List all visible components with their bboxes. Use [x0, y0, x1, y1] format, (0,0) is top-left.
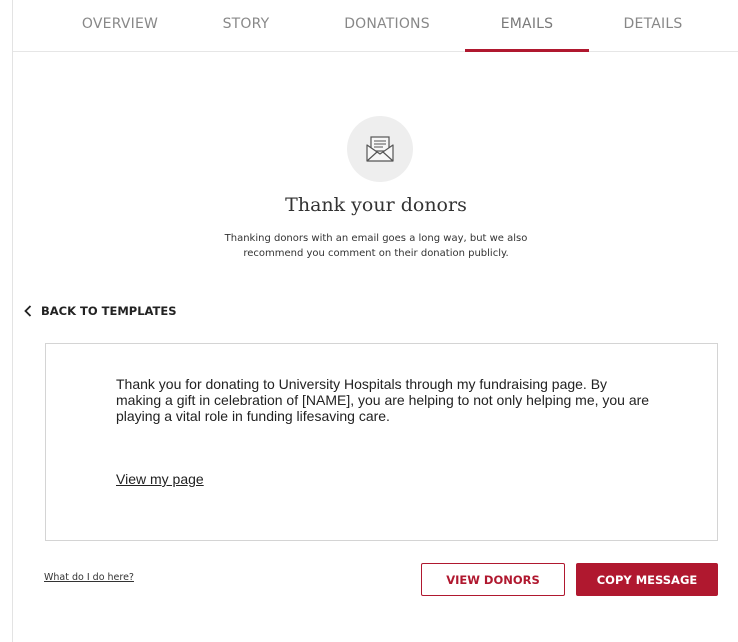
view-my-page-link[interactable]: View my page: [116, 471, 204, 487]
description-line-2: recommend you comment on their donation …: [243, 248, 509, 259]
description-line-1: Thanking donors with an email goes a lon…: [224, 233, 528, 244]
page-title: Thank your donors: [285, 194, 467, 216]
emails-panel: OVERVIEW STORY DONATIONS EMAILS DETAILS …: [12, 0, 738, 642]
help-link[interactable]: What do I do here?: [44, 572, 134, 583]
back-to-templates-link[interactable]: BACK TO TEMPLATES: [24, 303, 177, 319]
email-message-text: Thank you for donating to University Hos…: [116, 376, 650, 424]
envelope-letter-icon: [347, 116, 413, 182]
tab-emails[interactable]: EMAILS: [465, 0, 589, 52]
tab-overview[interactable]: OVERVIEW: [65, 0, 175, 51]
email-message-box: Thank you for donating to University Hos…: [45, 343, 718, 541]
back-link-label: BACK TO TEMPLATES: [41, 304, 177, 318]
tab-details[interactable]: DETAILS: [611, 0, 695, 51]
tab-story[interactable]: STORY: [206, 0, 286, 51]
tab-donations[interactable]: DONATIONS: [327, 0, 447, 51]
page-description: Thanking donors with an email goes a lon…: [13, 231, 738, 261]
chevron-left-icon: [24, 305, 32, 317]
view-donors-button[interactable]: VIEW DONORS: [421, 563, 565, 596]
tab-bar: OVERVIEW STORY DONATIONS EMAILS DETAILS: [13, 0, 738, 52]
copy-message-button[interactable]: COPY MESSAGE: [576, 563, 718, 596]
